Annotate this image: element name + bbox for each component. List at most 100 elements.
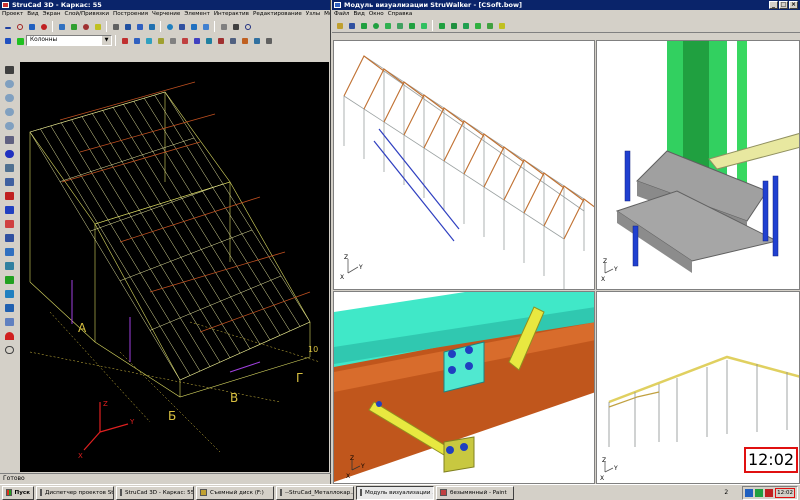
move-tool-icon[interactable]	[68, 21, 79, 32]
strucad-menu-item-1[interactable]: Вид	[25, 10, 40, 19]
layers-icon[interactable]	[2, 35, 13, 46]
zoom-window-icon[interactable]	[2, 106, 16, 118]
usb-icon[interactable]	[755, 488, 764, 497]
viewport-top-left[interactable]: Z Y X	[333, 40, 595, 290]
top-view-icon[interactable]	[472, 20, 483, 31]
cube-icon[interactable]	[2, 218, 16, 230]
strucad-menu-item-7[interactable]: Интерактив	[212, 10, 251, 19]
taskbar-task-0[interactable]: Диспетчер проектов St...	[36, 485, 114, 500]
maximize-button[interactable]: □	[779, 1, 788, 9]
grid-tool-icon[interactable]	[122, 21, 133, 32]
taskbar-task-1[interactable]: StruCad 3D - Каркас: 55	[116, 485, 194, 500]
element-icon-3[interactable]	[143, 35, 154, 46]
element-icon-6[interactable]	[179, 35, 190, 46]
measure-tool-icon[interactable]	[218, 21, 229, 32]
beam-icon[interactable]	[2, 274, 16, 286]
zoom-all-icon[interactable]	[2, 120, 16, 132]
pan-view-icon[interactable]	[382, 20, 393, 31]
strucad-menu-item-2[interactable]: Экран	[41, 10, 63, 19]
strucad-menu-item-4[interactable]: Построения	[111, 10, 150, 19]
struwalker-menu-item-0[interactable]: Файл	[332, 10, 351, 19]
plate-icon[interactable]	[2, 288, 16, 300]
rotate-tool-icon[interactable]	[80, 21, 91, 32]
open-icon[interactable]	[334, 20, 345, 31]
iso-view-icon[interactable]	[2, 176, 16, 188]
element-icon-13[interactable]	[263, 35, 274, 46]
strucad-menu-item-9[interactable]: Узлы	[304, 10, 322, 19]
walk-icon[interactable]	[406, 20, 417, 31]
strucad-menu-item-5[interactable]: Черчение	[150, 10, 182, 19]
pointer-icon[interactable]	[358, 20, 369, 31]
node-tool-icon[interactable]	[38, 21, 49, 32]
minimize-button[interactable]: _	[769, 1, 778, 9]
taskbar-task-5[interactable]: безымянный - Paint	[436, 485, 514, 500]
polyline-tool-icon[interactable]	[26, 21, 37, 32]
struwalker-menu-item-1[interactable]: Вид	[351, 10, 366, 19]
zoom-in-icon[interactable]	[2, 78, 16, 90]
weld-icon[interactable]	[2, 316, 16, 328]
section-tool-icon[interactable]	[146, 21, 157, 32]
copy-tool-icon[interactable]	[56, 21, 67, 32]
layer-tool-icon[interactable]	[134, 21, 145, 32]
strucad-menu-item-6[interactable]: Элемент	[182, 10, 212, 19]
arc-tool-icon[interactable]	[14, 21, 25, 32]
light-icon[interactable]	[496, 20, 507, 31]
front-view-icon[interactable]	[448, 20, 459, 31]
side-view-icon[interactable]	[460, 20, 471, 31]
mirror-tool-icon[interactable]	[92, 21, 103, 32]
element-icon-9[interactable]	[215, 35, 226, 46]
perspective-icon[interactable]	[484, 20, 495, 31]
element-icon-5[interactable]	[167, 35, 178, 46]
struwalker-title-bar[interactable]: Модуль визуализации StruWalker - [CSoft.…	[332, 0, 800, 10]
fit-icon[interactable]	[436, 20, 447, 31]
strucad-menu-item-3[interactable]: Слой/Привязки	[63, 10, 111, 19]
close-button[interactable]: ×	[789, 1, 798, 9]
grid-view-icon[interactable]	[2, 134, 16, 146]
refresh-tool-icon[interactable]	[164, 21, 175, 32]
struwalker-menu-item-2[interactable]: Окно	[367, 10, 386, 19]
element-icon-8[interactable]	[203, 35, 214, 46]
target-icon[interactable]	[2, 148, 16, 160]
strucad-title-bar[interactable]: StruCad 3D - Каркас: 55	[0, 0, 330, 10]
layer-icon[interactable]	[2, 232, 16, 244]
fly-icon[interactable]	[418, 20, 429, 31]
select-icon[interactable]	[2, 64, 16, 76]
chevron-down-icon[interactable]: ▼	[102, 35, 111, 45]
bolt-icon[interactable]	[2, 302, 16, 314]
clock[interactable]: 12:02	[775, 487, 795, 498]
element-icon-2[interactable]	[131, 35, 142, 46]
render-icon[interactable]	[2, 260, 16, 272]
line-tool-icon[interactable]	[2, 21, 13, 32]
element-icon-12[interactable]	[251, 35, 262, 46]
element-icon-1[interactable]	[119, 35, 130, 46]
rotate-view-icon[interactable]	[370, 20, 381, 31]
text-tool-icon[interactable]	[230, 21, 241, 32]
struwalker-menu-item-3[interactable]: Справка	[386, 10, 415, 19]
network-icon[interactable]	[745, 488, 754, 497]
palette-icon[interactable]	[2, 204, 16, 216]
start-button[interactable]: Пуск	[2, 485, 34, 500]
circle-tool-icon[interactable]	[242, 21, 253, 32]
element-icon-10[interactable]	[227, 35, 238, 46]
strucad-menu-item-0[interactable]: Проект	[0, 10, 25, 19]
zoom-view-icon[interactable]	[394, 20, 405, 31]
house-icon[interactable]	[2, 246, 16, 258]
strucad-viewport[interactable]: А Б В Г 10 Z Y X	[20, 62, 329, 472]
taskbar-task-3[interactable]: --StruCad_Металлокар...	[276, 485, 354, 500]
snap-tool-icon[interactable]	[110, 21, 121, 32]
zoom-tool-icon[interactable]	[176, 21, 187, 32]
element-icon-11[interactable]	[239, 35, 250, 46]
strucad-menu-item-8[interactable]: Редактирование	[251, 10, 304, 19]
zoom-out-icon[interactable]	[2, 92, 16, 104]
viewport-top-right[interactable]: Z Y X	[596, 40, 800, 290]
taskbar-task-2[interactable]: Съемный диск (F:)	[196, 485, 274, 500]
antivirus-icon[interactable]	[765, 488, 774, 497]
pan-tool-icon[interactable]	[188, 21, 199, 32]
save-icon[interactable]	[346, 20, 357, 31]
layer-select[interactable]: Колонны ▼	[26, 34, 112, 46]
undo-icon[interactable]	[2, 344, 16, 356]
element-icon-4[interactable]	[155, 35, 166, 46]
element-icon-7[interactable]	[191, 35, 202, 46]
plan-view-icon[interactable]	[2, 162, 16, 174]
magnet-icon[interactable]	[2, 330, 16, 342]
